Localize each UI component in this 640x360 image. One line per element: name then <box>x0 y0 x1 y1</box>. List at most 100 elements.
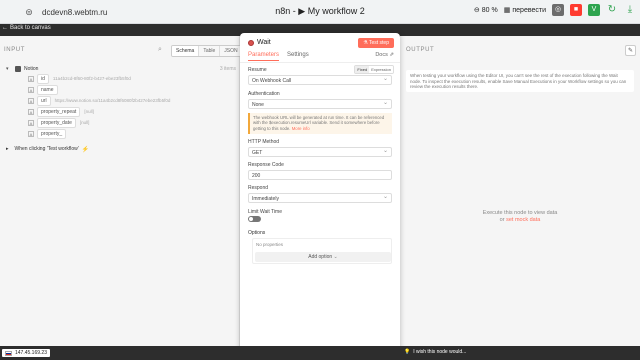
feedback-link[interactable]: 💡 I wish this node would... <box>404 349 466 355</box>
field-key[interactable]: url <box>37 95 51 106</box>
output-empty-state: Execute this node to view data or set mo… <box>400 210 640 224</box>
lightbulb-icon: 💡 <box>404 349 411 355</box>
schema-field[interactable]: A property_ <box>28 128 236 139</box>
view-tab-json[interactable]: JSON <box>220 46 242 56</box>
translate-label: перевести <box>512 6 546 14</box>
field-value: 11a4b2cd-8f60-80f2-b427-ebe23fb5f0d <box>52 76 131 81</box>
search-icon[interactable]: ⌕ <box>158 46 162 54</box>
options-box: No properties Add option <box>252 238 392 264</box>
node-name: Notion <box>24 66 39 72</box>
view-tab-table[interactable]: Table <box>199 46 221 56</box>
fixed-option[interactable]: Fixed <box>355 66 370 73</box>
output-note: When testing your workflow using the Edi… <box>406 70 634 92</box>
bolt-icon: ⚡ <box>81 146 90 153</box>
resume-select[interactable]: On Webhook Call <box>248 75 392 85</box>
options-label: Options <box>248 230 266 236</box>
notion-icon <box>15 66 21 72</box>
tabs-divider <box>240 62 400 63</box>
wait-node-icon <box>248 39 254 46</box>
schema-field[interactable]: A property_date [null] <box>28 117 236 128</box>
field-value: https://www.notion.so/11a4b2cd8f6080f2b4… <box>54 98 171 103</box>
text-type-icon: A <box>28 97 34 104</box>
limit-wait-time-toggle[interactable] <box>248 216 261 222</box>
authentication-label: Authentication <box>248 91 280 97</box>
node-notion[interactable]: ▾ Notion 3 items <box>6 65 236 73</box>
edit-icon[interactable]: ✎ <box>625 45 636 56</box>
test-step-label: Test step <box>368 40 389 46</box>
field-value: [null] <box>79 120 90 125</box>
schema-field[interactable]: A name <box>28 84 236 95</box>
respond-label: Respond <box>248 185 269 191</box>
download-icon[interactable]: ⤓ <box>624 4 636 16</box>
output-panel: OUTPUT ✎ When testing your workflow usin… <box>400 36 640 346</box>
respond-select[interactable]: Immediately <box>248 193 392 203</box>
items-count: 3 items <box>219 66 236 72</box>
set-mock-data-link[interactable]: set mock data <box>506 217 540 223</box>
refresh-icon[interactable]: ↻ <box>606 4 618 16</box>
authentication-select[interactable]: None <box>248 99 392 109</box>
zoom-icon: ⊖ <box>473 7 480 14</box>
field-key[interactable]: name <box>37 84 58 95</box>
field-key[interactable]: property_date <box>37 117 76 128</box>
docs-link[interactable]: Docs ⇗ <box>375 52 394 58</box>
field-value: [null] <box>84 109 94 114</box>
feedback-label: I wish this node would... <box>413 349 467 355</box>
trigger-label: When clicking 'Test workflow' <box>14 146 79 152</box>
extension-v-icon[interactable]: V <box>588 4 600 16</box>
add-option-button[interactable]: Add option <box>255 252 391 262</box>
response-code-input[interactable]: 200 <box>248 170 392 180</box>
ip-address: 147.45.169.23 <box>15 350 47 356</box>
back-to-canvas-button[interactable]: ← Back to canvas <box>2 25 51 31</box>
browser-actions: ⊖ 80 % ▦ перевести ◎ ■ V ↻ ⤓ <box>474 4 636 16</box>
arrow-left-icon: ← <box>2 25 8 31</box>
text-type-icon: A <box>28 119 34 126</box>
output-header: OUTPUT <box>406 47 435 53</box>
status-bar <box>0 346 640 360</box>
field-key[interactable]: id <box>37 73 49 84</box>
view-tab-schema[interactable]: Schema <box>172 46 200 56</box>
schema-field[interactable]: A url https://www.notion.so/11a4b2cd8f60… <box>28 95 236 106</box>
extension-red-icon[interactable]: ■ <box>570 4 582 16</box>
node-header: Wait <box>248 39 271 46</box>
node-title[interactable]: Wait <box>257 39 271 46</box>
test-step-button[interactable]: ⚗ Test step <box>358 38 394 48</box>
resume-label: Resume <box>248 67 267 73</box>
limit-wait-time-label: Limit Wait Time <box>248 209 282 215</box>
russia-flag-icon <box>5 350 12 356</box>
no-properties-text: No properties <box>256 242 284 247</box>
tab-parameters[interactable]: Parameters <box>248 52 280 61</box>
tab-settings[interactable]: Settings <box>287 52 309 61</box>
text-type-icon: A <box>28 86 34 93</box>
translate-button[interactable]: ▦ перевести <box>503 6 546 15</box>
schema-field[interactable]: A id 11a4b2cd-8f60-80f2-b427-ebe23fb5f0d <box>28 73 236 84</box>
more-info-link[interactable]: More info <box>292 126 310 131</box>
node-settings-panel: Wait ⚗ Test step Parameters Settings Doc… <box>240 33 400 355</box>
webhook-notice: The webhook URL will be generated at run… <box>248 113 392 134</box>
ip-badge: 147.45.169.23 <box>2 349 50 357</box>
extension-shield-icon[interactable]: ◎ <box>552 4 564 16</box>
expression-option[interactable]: Expression <box>369 66 393 73</box>
text-type-icon: A <box>28 130 34 137</box>
schema-tree: ▾ Notion 3 items A id 11a4b2cd-8f60-80f2… <box>6 65 236 153</box>
translate-icon: ▦ <box>503 7 511 14</box>
zoom-level: 80 % <box>481 6 498 14</box>
browser-toolbar: ⊜ dcdevn8.webtm.ru n8n - ▶ My workflow 2… <box>0 0 640 24</box>
field-key[interactable]: property_repeat <box>37 106 81 117</box>
chevron-right-icon[interactable]: ▸ <box>6 146 9 152</box>
view-mode-toggle: Schema Table JSON <box>171 45 243 57</box>
http-method-label: HTTP Method <box>248 139 280 145</box>
back-to-canvas-label: Back to canvas <box>10 25 51 31</box>
notice-text: The webhook URL will be generated at run… <box>253 115 385 131</box>
text-type-icon: A <box>28 108 34 115</box>
zoom-control[interactable]: ⊖ 80 % <box>473 6 498 15</box>
fixed-expression-toggle: Fixed Expression <box>354 65 394 74</box>
response-code-label: Response Code <box>248 162 284 168</box>
or-label: or <box>499 217 505 223</box>
field-key[interactable]: property_ <box>37 128 67 139</box>
text-type-icon: A <box>28 75 34 82</box>
node-trigger[interactable]: ▸ When clicking 'Test workflow' ⚡ <box>6 145 236 153</box>
schema-field[interactable]: A property_repeat [null] <box>28 106 236 117</box>
chevron-down-icon[interactable]: ▾ <box>6 66 12 72</box>
http-method-select[interactable]: GET <box>248 147 392 157</box>
node-tabs: Parameters Settings <box>248 52 309 61</box>
